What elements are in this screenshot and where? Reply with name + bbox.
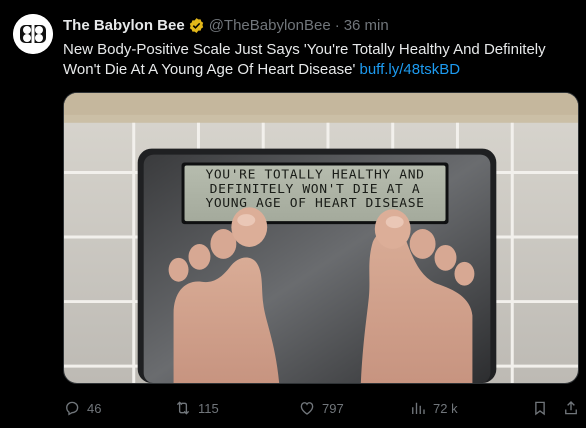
- share-button[interactable]: [562, 396, 580, 420]
- tweet[interactable]: The Babylon Bee @TheBabylonBee · 36 min …: [0, 0, 586, 428]
- like-icon: [300, 402, 314, 415]
- separator-dot: ·: [334, 16, 340, 34]
- scale-photo: [64, 93, 578, 383]
- author-name[interactable]: The Babylon Bee: [63, 17, 185, 34]
- tweet-body: New Body-Positive Scale Just Says 'You'r…: [63, 41, 546, 78]
- like-count: 797: [322, 400, 344, 416]
- share-icon: [565, 401, 577, 415]
- verified-icon: [189, 17, 203, 33]
- action-bar: 46 115 797 72 k: [63, 396, 579, 420]
- retweet-count: 115: [198, 400, 219, 416]
- retweet-icon: [176, 401, 190, 415]
- retweet-button[interactable]: 115: [174, 396, 219, 420]
- bookmark-icon: [535, 401, 545, 416]
- author-handle[interactable]: @TheBabylonBee: [209, 17, 331, 34]
- timestamp[interactable]: 36 min: [344, 17, 389, 34]
- tweet-link[interactable]: buff.ly/48tskBD: [359, 61, 460, 78]
- babylon-bee-logo-icon: [13, 14, 53, 54]
- reply-icon: [66, 401, 79, 416]
- views-icon: [412, 402, 425, 414]
- tweet-header: The Babylon Bee @TheBabylonBee · 36 min: [63, 15, 389, 35]
- views-count: 72 k: [433, 400, 458, 416]
- like-button[interactable]: 797: [298, 396, 344, 420]
- tweet-text: New Body-Positive Scale Just Says 'You'r…: [63, 40, 563, 80]
- scale-display-line: YOUNG AGE OF HEART DISEASE: [205, 196, 425, 211]
- scale-display: YOU'RE TOTALLY HEALTHY AND DEFINITELY WO…: [184, 168, 446, 211]
- reply-count: 46: [87, 400, 102, 416]
- tweet-image[interactable]: YOU'RE TOTALLY HEALTHY AND DEFINITELY WO…: [63, 92, 579, 384]
- reply-button[interactable]: 46: [63, 396, 101, 420]
- views-button[interactable]: 72 k: [409, 396, 458, 420]
- avatar[interactable]: [13, 14, 53, 54]
- bookmark-button[interactable]: [531, 396, 549, 420]
- scale-display-line: DEFINITELY WON'T DIE AT A: [209, 182, 421, 197]
- scale-display-line: YOU'RE TOTALLY HEALTHY AND: [205, 168, 425, 183]
